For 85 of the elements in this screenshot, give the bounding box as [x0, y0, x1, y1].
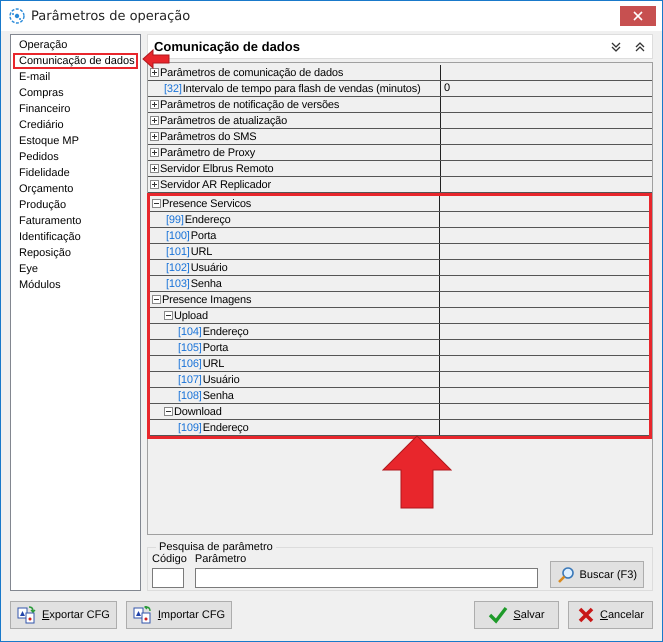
group-label: Parâmetro de Proxy [160, 146, 256, 158]
field-label: Código [152, 553, 187, 565]
save-button[interactable]: Salvar [474, 601, 559, 629]
parameter-code: [107] [178, 374, 202, 386]
search-icon [556, 566, 575, 584]
parameter-code: [100] [166, 230, 190, 242]
sidebar-item[interactable]: Operação [13, 37, 138, 53]
parameter-name: Senha [190, 278, 222, 290]
parameter-name: Endereço [184, 214, 231, 226]
sidebar-item[interactable]: Eye [13, 261, 138, 277]
parameter-name: Usuário [190, 262, 228, 274]
sidebar-item[interactable]: Fidelidade [13, 165, 138, 181]
sidebar-item[interactable]: Compras [13, 85, 138, 101]
tree-toggle-icon[interactable] [150, 148, 159, 157]
parameter-name: Senha [202, 390, 234, 402]
group-label: Presence Imagens [162, 294, 252, 306]
panel-title: Comunicação de dados [154, 39, 300, 54]
field-label: Parâmetro [194, 553, 248, 565]
tree-toggle-icon[interactable] [150, 180, 159, 189]
search-button[interactable]: Buscar (F3) [550, 561, 644, 588]
sidebar-item[interactable]: Reposição [13, 245, 138, 261]
close-button[interactable] [620, 6, 656, 26]
expand-all-icon[interactable] [610, 40, 622, 52]
sidebar-item[interactable]: E-mail [13, 69, 138, 85]
parameter-name: Porta [190, 230, 216, 242]
parameter-name: URL [202, 358, 224, 370]
sidebar-item[interactable]: Orçamento [13, 181, 138, 197]
parameter-name: Endereço [202, 422, 249, 434]
tree-toggle-icon[interactable] [150, 132, 159, 141]
sidebar-item[interactable]: Módulos [13, 277, 138, 293]
sidebar-item[interactable]: Comunicação de dados [13, 53, 138, 69]
parameter-code: [99] [166, 214, 184, 226]
parameter-code: [104] [178, 326, 202, 338]
tree-toggle-icon[interactable] [164, 407, 173, 416]
tree-toggle-icon[interactable] [152, 295, 161, 304]
tree-toggle-icon[interactable] [150, 68, 159, 77]
close-icon [633, 11, 643, 21]
cross-icon [576, 606, 595, 624]
parameter-code: [101] [166, 246, 190, 258]
export-button[interactable]: Exportar CFG [10, 601, 117, 629]
parameter-code: [108] [178, 390, 202, 402]
sidebar-item[interactable]: Produção [13, 197, 138, 213]
parameter-name: Endereço [202, 326, 249, 338]
parameter-code: [32] [164, 82, 182, 94]
group-label: Download [174, 406, 222, 418]
import-file-icon [132, 606, 153, 624]
group-label: Upload [174, 310, 208, 322]
group-label: Parâmetros de comunicação de dados [160, 66, 344, 78]
tree-toggle-icon[interactable] [164, 311, 173, 320]
parameter-code: [106] [178, 358, 202, 370]
tree-toggle-icon[interactable] [150, 164, 159, 173]
parameter-code: [103] [166, 278, 190, 290]
sidebar-item[interactable]: Estoque MP [13, 133, 138, 149]
group-label: Parâmetros do SMS [160, 130, 256, 142]
group-label: Parâmetros de atualização [160, 114, 288, 126]
sidebar-item[interactable]: Identificação [13, 229, 138, 245]
collapse-all-icon[interactable] [634, 40, 646, 52]
tree-toggle-icon[interactable] [150, 116, 159, 125]
parameter-field[interactable] [194, 568, 538, 588]
parameter-code: [109] [178, 422, 202, 434]
parameter-code: [102] [166, 262, 190, 274]
parameter-name: Porta [202, 342, 228, 354]
sidebar-item[interactable]: Faturamento [13, 213, 138, 229]
parameter-name: Intervalo de tempo para flash de vendas (minutos) [182, 82, 421, 94]
parameter-name: URL [190, 246, 212, 258]
group-label: Presence Servicos [162, 198, 252, 210]
group-label: Parâmetros de notificação de versões [160, 98, 340, 110]
sidebar-item[interactable]: Financeiro [13, 101, 138, 117]
cancel-button[interactable]: Cancelar [568, 601, 653, 629]
app-icon [9, 8, 25, 24]
group-label: Servidor Elbrus Remoto [160, 162, 274, 174]
export-file-icon [17, 606, 37, 624]
sidebar-item[interactable]: Crediário [13, 117, 138, 133]
parameter-name: Usuário [202, 374, 240, 386]
parameter-value[interactable]: 0 [444, 82, 450, 94]
code-field[interactable] [152, 568, 184, 588]
group-title: Pesquisa de parâmetro [158, 541, 274, 553]
import-button[interactable]: Importar CFG [126, 601, 232, 629]
sidebar-item[interactable]: Pedidos [13, 149, 138, 165]
tree-toggle-icon[interactable] [152, 199, 161, 208]
parameter-code: [105] [178, 342, 202, 354]
window-title: Parâmetros de operação [31, 8, 190, 24]
group-label: Servidor AR Replicador [160, 178, 272, 190]
tree-toggle-icon[interactable] [150, 100, 159, 109]
checkmark-icon [488, 606, 508, 624]
